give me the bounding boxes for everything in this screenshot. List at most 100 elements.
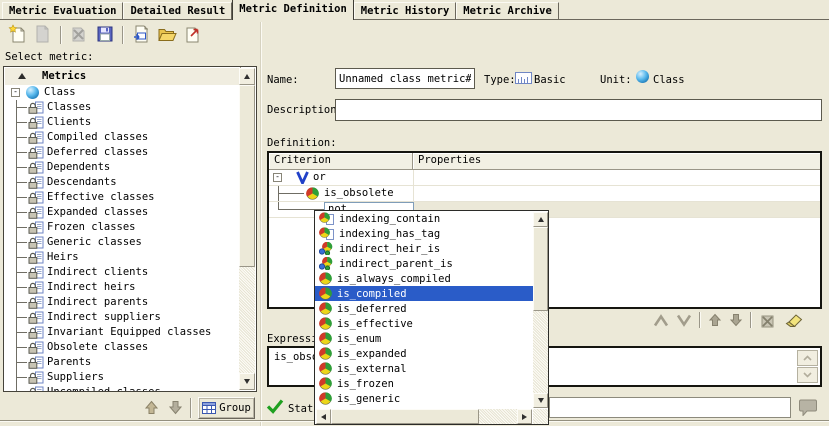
comment-bubble-icon[interactable] <box>798 398 818 419</box>
dropdown-item-is-external[interactable]: is_external <box>315 361 533 376</box>
chevron-down-icon <box>803 372 812 378</box>
scroll-up-button[interactable] <box>239 68 255 85</box>
tree-row-obsolete-classes[interactable]: Obsolete classes <box>4 340 240 355</box>
or-operator-button[interactable] <box>676 314 692 327</box>
tree-item-label: Frozen classes <box>47 221 136 233</box>
erase-definition-button[interactable] <box>784 313 803 328</box>
move-metric-down-button[interactable] <box>166 398 184 416</box>
tree-row-indirect-suppliers[interactable]: Indirect suppliers <box>4 310 240 325</box>
criterion-icon <box>319 287 332 300</box>
tree-row-dependents[interactable]: Dependents <box>4 160 240 175</box>
open-folder-icon <box>157 24 178 47</box>
criterion-icon <box>319 362 332 375</box>
dropdown-item-indirect-heir-is[interactable]: indirect_heir_is <box>315 241 533 256</box>
tree-row-classes[interactable]: Classes <box>4 100 240 115</box>
dropdown-item-is-frozen[interactable]: is_frozen <box>315 376 533 391</box>
move-criterion-up-button[interactable] <box>708 313 722 327</box>
footer-separator <box>190 398 192 418</box>
scroll-right-button[interactable] <box>517 409 532 424</box>
panel-splitter[interactable] <box>260 22 262 426</box>
tab-metric-history[interactable]: Metric History <box>354 2 457 19</box>
tree-item-label: Indirect clients <box>47 266 148 278</box>
scroll-left-button[interactable] <box>316 409 331 424</box>
dropdown-item-is-expanded[interactable]: is_expanded <box>315 346 533 361</box>
metrics-header-label: Metrics <box>42 70 86 82</box>
description-input[interactable] <box>335 99 822 121</box>
tree-row-generic-classes[interactable]: Generic classes <box>4 235 240 250</box>
tab-metric-evaluation[interactable]: Metric Evaluation <box>2 2 123 19</box>
name-input[interactable] <box>335 68 475 89</box>
delete-metric-button[interactable] <box>66 23 92 47</box>
open-metrics-button[interactable] <box>154 23 180 47</box>
dropdown-item-is-compiled[interactable]: is_compiled <box>315 286 533 301</box>
tree-row-indirect-heirs[interactable]: Indirect heirs <box>4 280 240 295</box>
group-grid-icon <box>202 402 216 414</box>
duplicate-metric-button[interactable] <box>30 23 56 47</box>
dropdown-item-is-effective[interactable]: is_effective <box>315 316 533 331</box>
tab-metric-definition[interactable]: Metric Definition <box>232 0 353 20</box>
scrollbar-thumb[interactable] <box>533 227 548 311</box>
definition-row-is-obsolete[interactable]: is_obsolete <box>269 186 820 202</box>
scroll-down-button[interactable] <box>239 373 255 390</box>
dropdown-item-is-always-compiled[interactable]: is_always_compiled <box>315 271 533 286</box>
metrics-column-header[interactable]: Metrics <box>4 67 241 86</box>
eraser-icon <box>784 313 803 328</box>
tree-row-uncompiled-classes[interactable]: Uncompiled classes <box>4 385 240 391</box>
save-metric-button[interactable] <box>92 23 118 47</box>
tree-row-deferred-classes[interactable]: Deferred classes <box>4 145 240 160</box>
tree-row-frozen-classes[interactable]: Frozen classes <box>4 220 240 235</box>
move-metric-up-button[interactable] <box>142 398 160 416</box>
dropdown-item-indirect-parent-is[interactable]: indirect_parent_is <box>315 256 533 271</box>
tree-row-effective-classes[interactable]: Effective classes <box>4 190 240 205</box>
scrollbar-thumb[interactable] <box>239 85 255 267</box>
tree-row-invariant-equipped-classes[interactable]: Invariant Equipped classes <box>4 325 240 340</box>
tree-row-indirect-clients[interactable]: Indirect clients <box>4 265 240 280</box>
tree-row-heirs[interactable]: Heirs <box>4 250 240 265</box>
tree-row-clients[interactable]: Clients <box>4 115 240 130</box>
tree-row-parents[interactable]: Parents <box>4 355 240 370</box>
dropdown-item-is-deferred[interactable]: is_deferred <box>315 301 533 316</box>
move-criterion-down-button[interactable] <box>729 313 743 327</box>
tab-metric-archive[interactable]: Metric Archive <box>456 2 559 19</box>
tree-row-class[interactable]: - Class <box>4 85 240 100</box>
tree-row-expanded-classes[interactable]: Expanded classes <box>4 205 240 220</box>
save-icon <box>95 24 115 47</box>
definition-row-or[interactable]: - or <box>269 170 820 186</box>
collapse-box[interactable]: - <box>273 173 282 182</box>
tree-vertical-scrollbar[interactable] <box>239 68 255 390</box>
tree-row-compiled-classes[interactable]: Compiled classes <box>4 130 240 145</box>
dropdown-item-is-enum[interactable]: is_enum <box>315 331 533 346</box>
dropdown-vertical-scrollbar[interactable] <box>533 211 548 409</box>
tree-row-descendants[interactable]: Descendants <box>4 175 240 190</box>
dropdown-item-is-generic[interactable]: is_generic <box>315 391 533 406</box>
column-header-criterion[interactable]: Criterion <box>269 153 413 170</box>
group-button[interactable]: Group <box>198 397 255 419</box>
collapse-box[interactable]: - <box>11 88 20 97</box>
criterion-with-relation-icon <box>319 257 334 270</box>
tree-row-suppliers[interactable]: Suppliers <box>4 370 240 385</box>
expression-scroll-up-button[interactable] <box>797 350 818 366</box>
scroll-down-button[interactable] <box>533 393 548 408</box>
import-metrics-button[interactable] <box>128 23 154 47</box>
expression-scroll-down-button[interactable] <box>797 367 818 383</box>
dropdown-item-label: indirect_parent_is <box>339 258 453 270</box>
and-operator-button[interactable] <box>653 314 669 327</box>
criterion-icon-bar <box>653 312 803 328</box>
tree-item-label: Indirect suppliers <box>47 311 161 323</box>
scrollbar-thumb[interactable] <box>331 409 479 424</box>
dropdown-item-indexing-has-tag[interactable]: indexing_has_tag <box>315 226 533 241</box>
tree-item-label: Dependents <box>47 161 110 173</box>
metric-toolbar <box>4 23 206 47</box>
dropdown-horizontal-scrollbar[interactable] <box>315 409 533 424</box>
tab-detailed-result[interactable]: Detailed Result <box>123 2 232 19</box>
comment-input[interactable] <box>549 397 791 418</box>
scroll-up-button[interactable] <box>533 212 548 227</box>
tree-row-indirect-parents[interactable]: Indirect parents <box>4 295 240 310</box>
criterion-icon <box>319 377 332 390</box>
delete-criterion-button[interactable] <box>759 313 777 328</box>
column-header-properties[interactable]: Properties <box>413 153 820 170</box>
new-metric-button[interactable] <box>4 23 30 47</box>
dropdown-item-label: is_frozen <box>337 378 394 390</box>
export-metrics-button[interactable] <box>180 23 206 47</box>
dropdown-item-indexing-contain[interactable]: indexing_contain <box>315 211 533 226</box>
